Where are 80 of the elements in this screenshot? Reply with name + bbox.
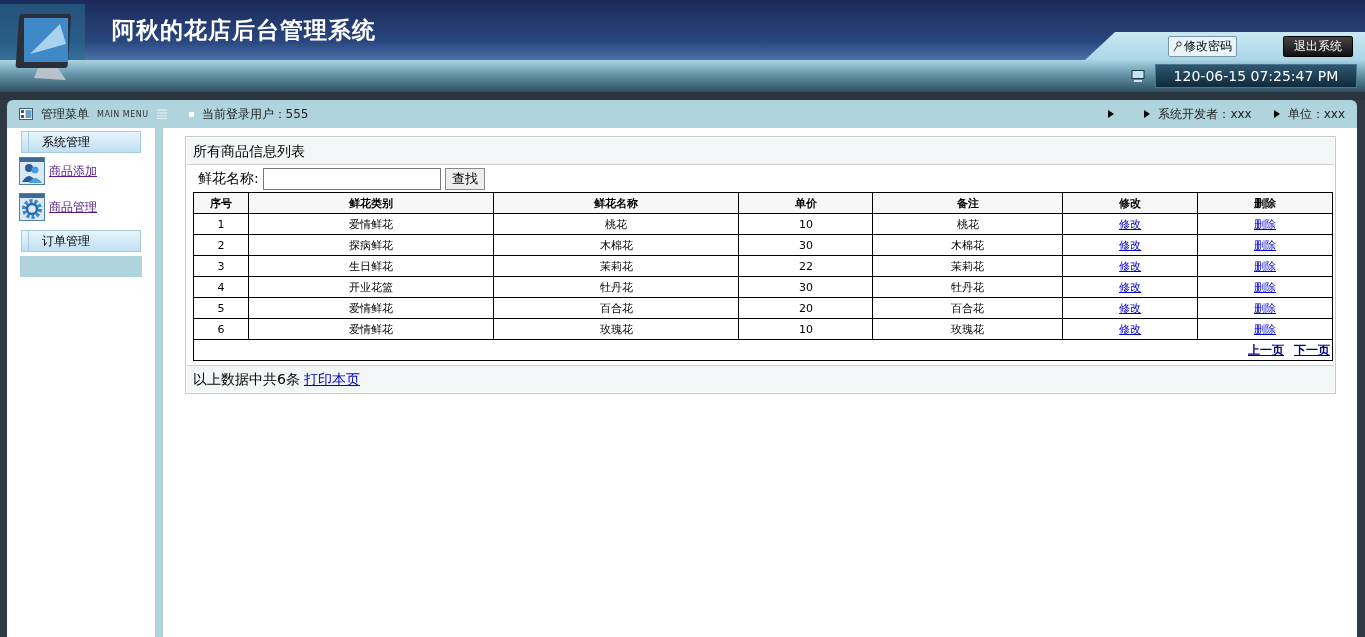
column-header: 鲜花名称 xyxy=(493,192,739,214)
change-password-button[interactable]: 修改密码 xyxy=(1168,35,1237,57)
table-cell: 木棉花 xyxy=(493,234,739,256)
edit-link[interactable]: 修改 xyxy=(1119,259,1142,273)
table-cell: 牡丹花 xyxy=(872,276,1063,298)
menu-group-header[interactable]: 系统管理 xyxy=(21,131,141,153)
menu-subtitle: MAIN MENU xyxy=(97,109,149,119)
table-cell: 玫瑰花 xyxy=(872,318,1063,340)
sidebar-link[interactable]: 商品添加 xyxy=(49,162,97,180)
table-cell: 玫瑰花 xyxy=(493,318,739,340)
search-button[interactable]: 查找 xyxy=(444,168,485,190)
column-header: 鲜花类别 xyxy=(248,192,494,214)
table-cell: 30 xyxy=(739,276,873,298)
table-cell: 2 xyxy=(193,234,249,256)
search-field[interactable] xyxy=(262,168,441,190)
column-header: 序号 xyxy=(193,192,249,214)
developer-info: 系统开发者：xxx xyxy=(1158,105,1252,123)
table-cell: 3 xyxy=(193,255,249,277)
key-icon xyxy=(1173,40,1182,52)
arrow-icon xyxy=(1108,110,1115,118)
screen-icon xyxy=(1131,70,1145,82)
delete-link[interactable]: 删除 xyxy=(1254,301,1277,315)
unit-info: 单位：xxx xyxy=(1287,105,1345,123)
delete-link[interactable]: 删除 xyxy=(1254,238,1277,252)
search-label: 鲜花名称: xyxy=(198,170,259,188)
table-cell: 茉莉花 xyxy=(493,255,739,277)
table-cell: 茉莉花 xyxy=(872,255,1063,277)
pager-link[interactable]: 上一页 xyxy=(1248,342,1284,357)
table-cell: 生日鲜花 xyxy=(248,255,494,277)
edit-link[interactable]: 修改 xyxy=(1119,301,1142,315)
table-cell: 5 xyxy=(193,297,249,319)
table-cell: 6 xyxy=(193,318,249,340)
menu-title: 管理菜单 xyxy=(41,105,89,123)
edit-link[interactable]: 修改 xyxy=(1119,280,1142,294)
users-icon xyxy=(19,157,45,185)
edit-link[interactable]: 修改 xyxy=(1119,217,1142,231)
sidebar-link[interactable]: 商品管理 xyxy=(49,198,97,216)
gear-icon xyxy=(19,193,45,221)
table-cell: 10 xyxy=(739,318,873,340)
logout-button[interactable]: 退出系统 xyxy=(1283,35,1353,57)
table-cell: 30 xyxy=(739,234,873,256)
delete-link[interactable]: 删除 xyxy=(1254,259,1277,273)
edit-link[interactable]: 修改 xyxy=(1119,238,1142,252)
table-cell: 爱情鲜花 xyxy=(248,213,494,235)
table-cell: 爱情鲜花 xyxy=(248,318,494,340)
table-cell: 百合花 xyxy=(493,297,739,319)
table-cell: 10 xyxy=(739,213,873,235)
app-title: 阿秋的花店后台管理系统 xyxy=(112,14,376,45)
panel-title: 所有商品信息列表 xyxy=(187,138,1334,165)
bullet-icon xyxy=(188,111,194,117)
print-link[interactable]: 打印本页 xyxy=(303,371,360,389)
pager-link[interactable]: 下一页 xyxy=(1294,342,1330,357)
delete-link[interactable]: 删除 xyxy=(1254,217,1277,231)
menu-group-header[interactable]: 订单管理 xyxy=(21,230,141,252)
current-user: 当前登录用户：555 xyxy=(201,105,309,123)
column-header: 单价 xyxy=(739,192,873,214)
table-cell: 探病鲜花 xyxy=(248,234,494,256)
table-cell: 22 xyxy=(739,255,873,277)
layout-icon xyxy=(19,108,33,120)
table-cell: 4 xyxy=(193,276,249,298)
table-cell: 桃花 xyxy=(493,213,739,235)
column-header: 删除 xyxy=(1197,192,1333,214)
delete-link[interactable]: 删除 xyxy=(1254,322,1277,336)
edit-link[interactable]: 修改 xyxy=(1119,322,1142,336)
table-cell: 开业花篮 xyxy=(248,276,494,298)
table-cell: 牡丹花 xyxy=(493,276,739,298)
arrow-icon xyxy=(1273,110,1280,118)
record-count: 以上数据中共6条 xyxy=(193,371,300,389)
table-cell: 爱情鲜花 xyxy=(248,297,494,319)
table-cell: 1 xyxy=(193,213,249,235)
datetime-display: 120-06-15 07:25:47 PM xyxy=(1155,64,1357,88)
lines-icon xyxy=(156,109,167,119)
column-header: 备注 xyxy=(872,192,1063,214)
delete-link[interactable]: 删除 xyxy=(1254,280,1277,294)
table-cell: 桃花 xyxy=(872,213,1063,235)
table-cell: 木棉花 xyxy=(872,234,1063,256)
arrow-icon xyxy=(1144,110,1151,118)
table-cell: 百合花 xyxy=(872,297,1063,319)
table-cell: 20 xyxy=(739,297,873,319)
column-header: 修改 xyxy=(1062,192,1198,214)
